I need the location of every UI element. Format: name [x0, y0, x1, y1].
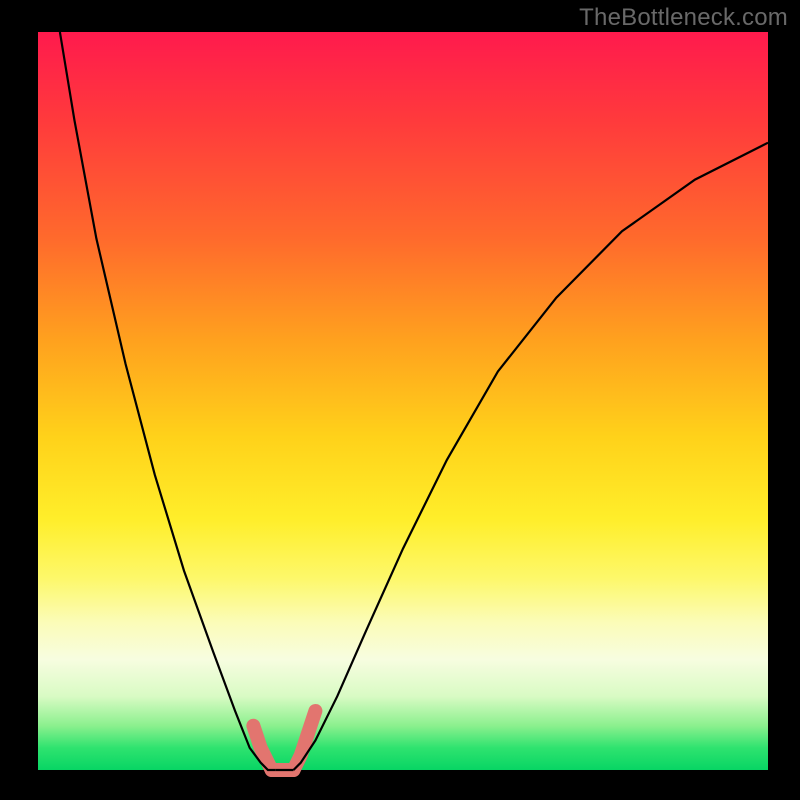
plot-area	[38, 32, 768, 770]
highlight-group	[253, 711, 315, 770]
curves-svg	[38, 32, 768, 770]
curve-left	[60, 32, 275, 770]
curve-right	[294, 143, 769, 770]
chart-frame: TheBottleneck.com	[0, 0, 800, 800]
highlight-right	[294, 711, 316, 770]
curve-group	[60, 32, 768, 770]
watermark-text: TheBottleneck.com	[579, 4, 788, 32]
